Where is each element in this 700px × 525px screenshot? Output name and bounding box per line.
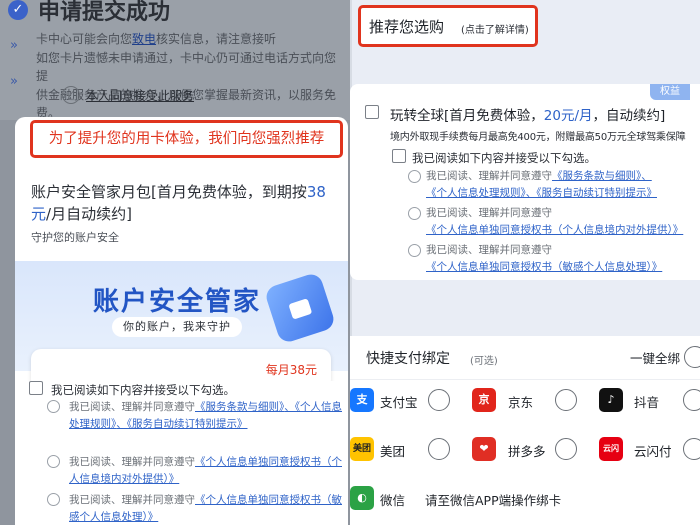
offer-agreement-item-1: 我已阅读、理解并同意遵守《服务条款与细则》、《个人信息处理规则》、《服务自动续订… xyxy=(426,168,696,201)
offer-description: 境内外取现手续费每月最高免400元，附赠最高50万元全球驾乘保障 xyxy=(390,132,686,143)
right-panel: 推荐您选购 (点击了解详情) 权益 玩转全球[首月免费体验，20元/月，自动续约… xyxy=(350,0,700,525)
accept-all-checkbox[interactable] xyxy=(29,381,43,395)
product-subtitle: 守护您的账户安全 xyxy=(31,231,119,244)
agree-service-label: 本人同意接受此服务 xyxy=(86,88,195,103)
product-price-unit: 元 xyxy=(31,205,47,223)
offer-title-text: 玩转全球[首月免费体验， xyxy=(390,108,544,124)
offer-agreement-radio-2[interactable] xyxy=(408,207,421,220)
agree-service-option[interactable]: ✓ 本人同意接受此服务 xyxy=(62,86,194,104)
offer-checkbox[interactable] xyxy=(365,105,379,119)
bind-all-label: 一键全绑 xyxy=(630,351,681,366)
agreement-prefix: 我已阅读、理解并同意遵守 xyxy=(426,244,552,256)
popup-recommend-banner: 为了提升您的用卡体验，我们向您强烈推荐 xyxy=(30,120,343,158)
offer-accept-all-label: 我已阅读如下内容并接受以下勾选。 xyxy=(412,151,596,165)
pay-row: 支 支付宝 京 京东 ♪ 抖音 xyxy=(350,380,700,420)
quick-pay-optional-label: (可选) xyxy=(470,356,498,367)
offer-agreement-item-3: 我已阅读、理解并同意遵守《个人信息单独同意授权书（敏感个人信息处理）》 xyxy=(426,242,696,275)
agreement-item-3: 我已阅读、理解并同意遵守《个人信息单独同意授权书（敏感个人信息处理）》 xyxy=(69,492,345,525)
recommend-details-hint: (点击了解详情) xyxy=(461,25,529,36)
offer-agreement-radio-1[interactable] xyxy=(408,170,421,183)
bind-all-radio[interactable] xyxy=(684,346,700,368)
popup-agreement-section: 我已阅读如下内容并接受以下勾选。 我已阅读、理解并同意遵守《服务条款与细则》、《… xyxy=(25,381,348,525)
quick-pay-binding-section: 快捷支付绑定 (可选) 一键全绑 支 支付宝 京 京东 ♪ 抖音 美团 美团 ❤… xyxy=(350,336,700,525)
agreement-prefix: 我已阅读、理解并同意遵守 xyxy=(69,456,195,468)
agreement-prefix: 我已阅读、理解并同意遵守 xyxy=(69,401,195,413)
bind-meituan-radio[interactable] xyxy=(428,438,450,460)
recommendation-popup: 为了提升您的用卡体验，我们向您强烈推荐 账户安全管家月包[首月免费体验，到期按3… xyxy=(15,117,348,525)
agree-service-radio[interactable]: ✓ xyxy=(62,86,80,104)
offer-agreement-item-2: 我已阅读、理解并同意遵守《个人信息单独同意授权书（个人信息境内对外提供）》 xyxy=(426,205,696,238)
page-title: 申请提交成功 xyxy=(38,0,171,25)
left-panel: ✓ 申请提交成功 » » 卡中心可能会向您致电核实信息，请注意接听 如您卡片遗憾… xyxy=(0,0,350,525)
agreement-item-2: 我已阅读、理解并同意遵守《个人信息单独同意授权书（个人信息境内对外提供）》 xyxy=(69,454,345,487)
agreement-radio-3[interactable] xyxy=(47,493,60,506)
pay-label-meituan: 美团 xyxy=(380,444,406,459)
desc-text: 核实信息，请注意接听 xyxy=(156,32,277,46)
chevron-down-icon: » xyxy=(10,38,18,53)
quick-pay-header: 快捷支付绑定 (可选) 一键全绑 xyxy=(350,336,700,380)
consent-sensitive-link[interactable]: 《个人信息单独同意授权书（敏感个人信息处理）》 xyxy=(426,261,662,273)
chevron-down-icon: » xyxy=(10,74,18,89)
product-price: 38 xyxy=(306,183,326,201)
recommend-banner[interactable]: 推荐您选购 (点击了解详情) xyxy=(358,5,538,47)
card-price: 每月38元 xyxy=(265,363,317,377)
agreement-prefix: 我已阅读、理解并同意遵守 xyxy=(69,494,195,506)
agreement-prefix: 我已阅读、理解并同意遵守 xyxy=(426,170,552,182)
agreement-item-1: 我已阅读、理解并同意遵守《服务条款与细则》、《个人信息处理规则》、《服务自动续订… xyxy=(69,399,345,432)
meituan-icon: 美团 xyxy=(350,437,374,461)
hero-title: 账户安全管家 xyxy=(93,287,262,317)
offer-title: 玩转全球[首月免费体验，20元/月，自动续约] xyxy=(390,104,665,124)
wechat-icon: ◐ xyxy=(350,486,374,510)
product-title-text: 账户安全管家月包[首月免费体验，到期按 xyxy=(31,183,307,201)
agreement-radio-1[interactable] xyxy=(47,400,60,413)
pay-label-unionpay: 云闪付 xyxy=(634,444,672,459)
terms-link[interactable]: 《服务条款与细则》 xyxy=(195,401,284,413)
product-title-text: /月自动续约] xyxy=(46,205,132,223)
douyin-icon: ♪ xyxy=(599,388,623,412)
result-description: 卡中心可能会向您致电核实信息，请注意接听 如您卡片遗憾未申请通过，卡中心仍可通过… xyxy=(36,30,344,123)
application-result-header: ✓ 申请提交成功 » » 卡中心可能会向您致电核实信息，请注意接听 如您卡片遗憾… xyxy=(0,0,350,120)
agreement-prefix: 我已阅读、理解并同意遵守 xyxy=(426,207,552,219)
hero-slogan: 你的账户，我来守护 xyxy=(112,317,242,337)
auto-renew-notice-link[interactable]: 、《服务自动续订特别提示》 xyxy=(116,418,247,430)
pay-label-pinduoduo: 拼多多 xyxy=(508,444,546,459)
pay-label-jd: 京东 xyxy=(508,395,534,410)
accept-all-label: 我已阅读如下内容并接受以下勾选。 xyxy=(51,383,235,397)
bind-pinduoduo-radio[interactable] xyxy=(555,438,577,460)
pinduoduo-icon: ❤ xyxy=(472,437,496,461)
unionpay-icon: 云闪 xyxy=(599,437,623,461)
wechat-bind-note: 请至微信APP端操作绑卡 xyxy=(425,493,562,508)
shield-lock-icon xyxy=(263,271,337,345)
desc-text: 如您卡片遗憾未申请通过，卡中心仍可通过电话方式向您提 xyxy=(36,50,337,84)
bind-douyin-radio[interactable] xyxy=(683,389,700,411)
product-title: 账户安全管家月包[首月免费体验，到期按38 元/月自动续约] xyxy=(31,181,341,225)
jd-icon: 京 xyxy=(472,388,496,412)
alipay-icon: 支 xyxy=(350,388,374,412)
desc-text: 卡中心可能会向您 xyxy=(36,32,133,46)
pay-row: 美团 美团 ❤ 拼多多 云闪 云闪付 xyxy=(350,429,700,469)
offer-agreement-radio-3[interactable] xyxy=(408,244,421,257)
quick-pay-title: 快捷支付绑定 xyxy=(366,351,450,367)
offer-price: 20元/月 xyxy=(543,108,593,124)
pay-label-douyin: 抖音 xyxy=(634,395,660,410)
bind-jd-radio[interactable] xyxy=(555,389,577,411)
call-link[interactable]: 致电 xyxy=(132,32,156,46)
bind-alipay-radio[interactable] xyxy=(428,389,450,411)
agreement-radio-2[interactable] xyxy=(47,455,60,468)
pay-label-alipay: 支付宝 xyxy=(380,395,418,410)
screen-root: ✓ 申请提交成功 » » 卡中心可能会向您致电核实信息，请注意接听 如您卡片遗憾… xyxy=(0,0,700,525)
success-check-icon: ✓ xyxy=(8,0,28,20)
pay-label-wechat: 微信 xyxy=(380,493,406,508)
offer-card: 权益 玩转全球[首月免费体验，20元/月，自动续约] 境内外取现手续费每月最高免… xyxy=(350,84,700,280)
recommend-title: 推荐您选购 xyxy=(369,18,445,36)
privacy-rules-link[interactable]: 《个人信息处理规则》、《服务自动续订特别提示》 xyxy=(426,187,657,199)
terms-link[interactable]: 《服务条款与细则》、 xyxy=(552,170,652,182)
offer-accept-all-checkbox[interactable] xyxy=(392,149,406,163)
offer-title-text: ，自动续约] xyxy=(592,108,666,124)
bind-unionpay-radio[interactable] xyxy=(683,438,700,460)
consent-overseas-link[interactable]: 《个人信息单独同意授权书（个人信息境内对外提供）》 xyxy=(426,224,683,236)
benefit-badge: 权益 xyxy=(650,84,690,100)
